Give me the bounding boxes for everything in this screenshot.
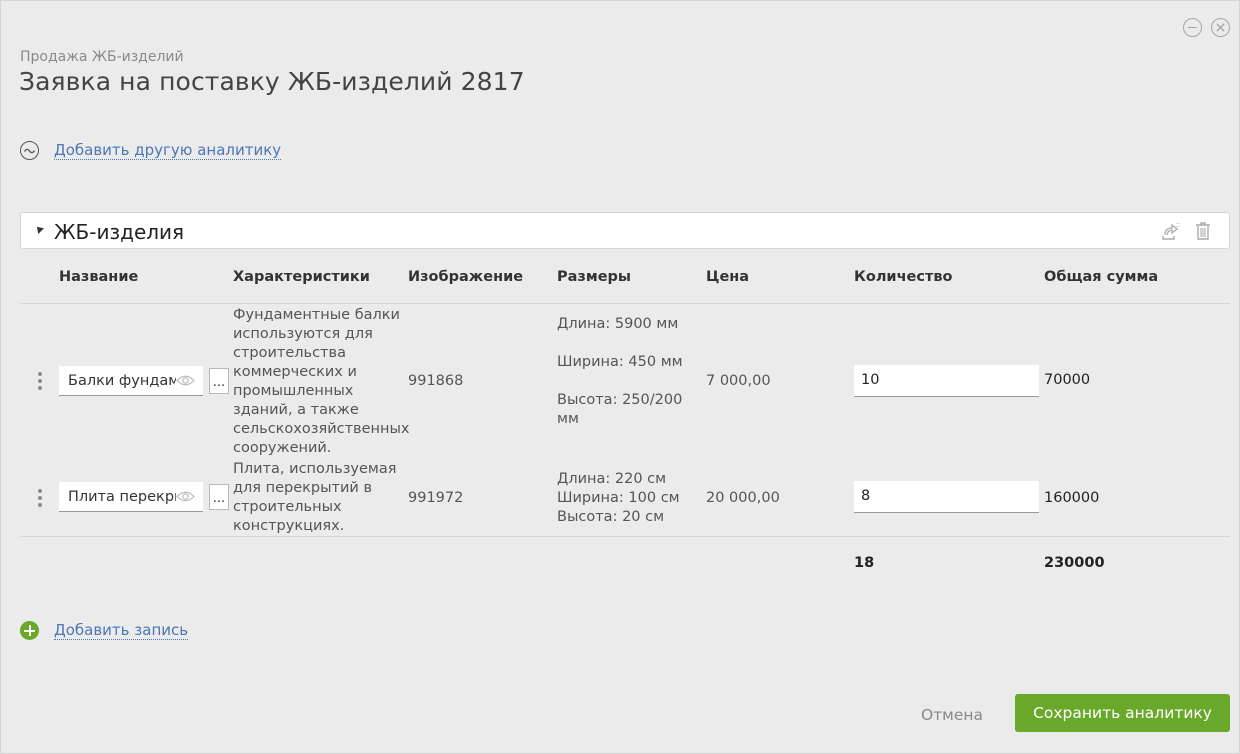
drag-handle-icon[interactable]: [38, 489, 43, 507]
row-total-cell: 160000: [1044, 490, 1100, 506]
drag-handle-icon[interactable]: [38, 372, 43, 390]
lookup-button[interactable]: ...: [209, 484, 229, 510]
cancel-button[interactable]: Отмена: [908, 702, 996, 728]
price-cell: 20 000,00: [706, 490, 780, 506]
breadcrumb: Продажа ЖБ-изделий: [20, 49, 184, 65]
add-record-row[interactable]: Добавить запись: [20, 621, 189, 640]
dialog-window: Продажа ЖБ-изделий Заявка на поставку ЖБ…: [0, 0, 1240, 754]
size-height: Высота: 20 см: [557, 509, 665, 525]
size-width: Ширина: 100 см: [557, 490, 680, 506]
price-cell: 7 000,00: [706, 373, 771, 389]
column-header-price: Цена: [706, 269, 750, 285]
add-record-link[interactable]: Добавить запись: [54, 621, 189, 640]
column-header-name: Название: [59, 269, 139, 285]
trash-icon[interactable]: [1193, 221, 1213, 241]
image-cell: 991868: [408, 373, 464, 389]
close-icon[interactable]: [1211, 18, 1230, 37]
page-title: Заявка на поставку ЖБ-изделий 2817: [19, 67, 525, 96]
totals-divider: [20, 536, 1230, 537]
collapse-caret-icon[interactable]: [34, 224, 44, 234]
characteristics-cell: Плита, используемая для перекрытий в стр…: [233, 461, 397, 534]
product-name-input[interactable]: [68, 488, 176, 505]
quantity-input[interactable]: [861, 488, 1021, 504]
add-analytics-row[interactable]: Добавить другую аналитику: [20, 141, 282, 160]
eye-icon[interactable]: [176, 490, 195, 503]
export-icon[interactable]: [1160, 221, 1180, 241]
save-analytics-button[interactable]: Сохранить аналитику: [1015, 694, 1230, 732]
add-analytics-link[interactable]: Добавить другую аналитику: [54, 141, 282, 160]
header-divider: [20, 303, 1230, 304]
image-cell: 991972: [408, 490, 464, 506]
column-header-total: Общая сумма: [1044, 269, 1159, 285]
quantity-field[interactable]: [854, 481, 1039, 513]
column-header-sizes: Размеры: [557, 269, 632, 285]
lookup-button[interactable]: ...: [209, 368, 229, 394]
column-header-quantity: Количество: [854, 269, 953, 285]
sum-quantity: 18: [854, 555, 875, 571]
column-header-characteristics: Характеристики: [233, 269, 370, 285]
sum-total: 230000: [1044, 555, 1105, 571]
size-length: Длина: 5900 мм: [557, 316, 679, 332]
plus-circle-icon[interactable]: [20, 621, 39, 640]
wave-icon: [20, 141, 39, 160]
row-total-cell: 70000: [1044, 372, 1091, 388]
quantity-field[interactable]: [854, 365, 1039, 397]
size-width: Ширина: 450 мм: [557, 354, 683, 370]
product-name-field[interactable]: [59, 482, 203, 512]
product-name-field[interactable]: [59, 366, 203, 396]
product-name-input[interactable]: [68, 372, 176, 389]
size-height: Высота: 250/200 мм: [557, 392, 683, 427]
minimize-icon[interactable]: [1183, 18, 1202, 37]
size-length: Длина: 220 см: [557, 471, 667, 487]
section-header: ЖБ-изделия: [20, 212, 1230, 249]
column-header-image: Изображение: [408, 269, 524, 285]
section-title: ЖБ-изделия: [54, 220, 185, 244]
eye-icon[interactable]: [176, 374, 195, 387]
quantity-input[interactable]: [861, 372, 1021, 388]
characteristics-cell: Фундаментные балки используются для стро…: [233, 307, 410, 456]
